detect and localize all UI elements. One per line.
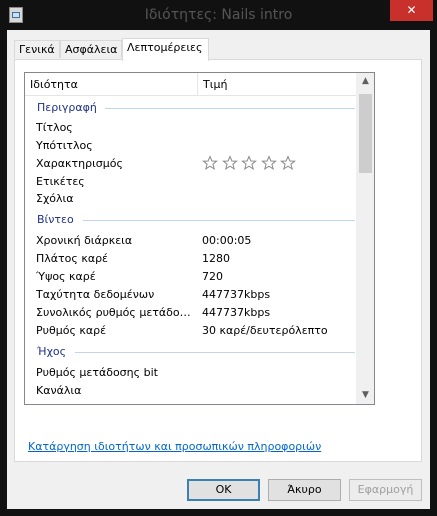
remove-properties-link[interactable]: Κατάργηση ιδιοτήτων και προσωπικών πληρο… (28, 440, 321, 453)
star-icon[interactable] (241, 155, 257, 171)
scroll-up-icon[interactable]: ▲ (357, 73, 374, 90)
properties-list[interactable]: Ιδιότητα Τιμή Περιγραφή Τίτλος Υπότιτλος… (24, 72, 375, 405)
property-name: Ρυθμός καρέ (36, 324, 107, 337)
title-bar[interactable]: Ιδιότητες: Nails intro ✕ (0, 0, 437, 30)
list-item[interactable]: Ταχύτητα δεδομένων 447737kbps (25, 287, 358, 304)
column-header: Ιδιότητα Τιμή (25, 73, 358, 96)
property-name: Ετικέτες (36, 175, 85, 188)
tab-general[interactable]: Γενικά (14, 40, 60, 58)
property-name: Πλάτος καρέ (36, 252, 108, 265)
property-value: 00:00:05 (202, 234, 252, 247)
column-divider[interactable] (197, 73, 198, 95)
star-icon[interactable] (260, 155, 277, 171)
tab-details[interactable]: Λεπτομέρειες (122, 38, 209, 61)
list-item[interactable]: Κανάλια (25, 383, 358, 400)
list-item[interactable]: Χαρακτηρισμός (25, 155, 358, 174)
list-item[interactable]: Συνολικός ρυθμός μετάδοσης bit 447737kbp… (25, 305, 358, 322)
property-value: 30 καρέ/δευτερόλεπτο (202, 324, 328, 337)
property-name: Χαρακτηρισμός (36, 157, 123, 170)
apply-button[interactable]: Εφαρμογή (349, 479, 422, 501)
property-name: Ταχύτητα δεδομένων (36, 288, 155, 301)
property-value: 720 (202, 270, 223, 283)
window-title: Ιδιότητες: Nails intro (144, 7, 293, 23)
ok-button[interactable]: OK (187, 479, 260, 501)
vertical-scrollbar[interactable]: ▲ ▼ (356, 73, 374, 404)
property-value: 447737kbps (202, 306, 271, 319)
star-icon[interactable] (221, 155, 238, 171)
list-item[interactable]: Πλάτος καρέ 1280 (25, 251, 358, 268)
property-value: 447737kbps (202, 288, 271, 301)
list-item[interactable]: Ετικέτες (25, 174, 358, 191)
group-header-video[interactable]: Βίντεο (37, 213, 74, 229)
group-divider (105, 108, 355, 109)
property-name: Ρυθμός μετάδοσης bit (36, 366, 158, 379)
group-header-audio[interactable]: Ήχος (37, 345, 66, 361)
property-name: Κανάλια (36, 384, 82, 397)
column-value[interactable]: Τιμή (203, 78, 227, 91)
list-item[interactable]: Τίτλος (25, 120, 358, 137)
list-item[interactable]: Χρονική διάρκεια 00:00:05 (25, 233, 358, 250)
property-name: Χρονική διάρκεια (36, 234, 133, 247)
property-name: Τίτλος (36, 121, 73, 134)
list-item[interactable]: Υπότιτλος (25, 138, 358, 155)
group-divider (83, 220, 355, 221)
property-value: 1280 (202, 252, 230, 265)
property-name: Ύψος καρέ (36, 270, 96, 283)
scroll-down-icon[interactable]: ▼ (357, 387, 374, 404)
star-icon[interactable] (202, 155, 218, 171)
tab-security[interactable]: Ασφάλεια (60, 40, 122, 58)
property-name: Συνολικός ρυθμός μετάδοσης bit (36, 306, 191, 319)
cancel-button[interactable]: Άκυρο (268, 479, 341, 501)
property-name: Σχόλια (36, 192, 74, 205)
star-icon[interactable] (280, 155, 296, 171)
list-item[interactable]: Σχόλια (25, 191, 358, 208)
properties-window: Ιδιότητες: Nails intro ✕ Γενικά Ασφάλεια… (0, 0, 437, 516)
list-item[interactable]: Ρυθμός μετάδοσης bit (25, 365, 358, 382)
list-item[interactable]: Ύψος καρέ 720 (25, 269, 358, 286)
group-header-description[interactable]: Περιγραφή (37, 101, 97, 117)
column-property[interactable]: Ιδιότητα (30, 78, 78, 91)
list-item[interactable]: Ρυθμός καρέ 30 καρέ/δευτερόλεπτο (25, 323, 358, 340)
scroll-thumb[interactable] (359, 94, 372, 173)
property-name: Υπότιτλος (36, 139, 93, 152)
group-divider (75, 352, 355, 353)
rating-stars[interactable] (202, 155, 296, 174)
close-button[interactable]: ✕ (390, 0, 433, 21)
